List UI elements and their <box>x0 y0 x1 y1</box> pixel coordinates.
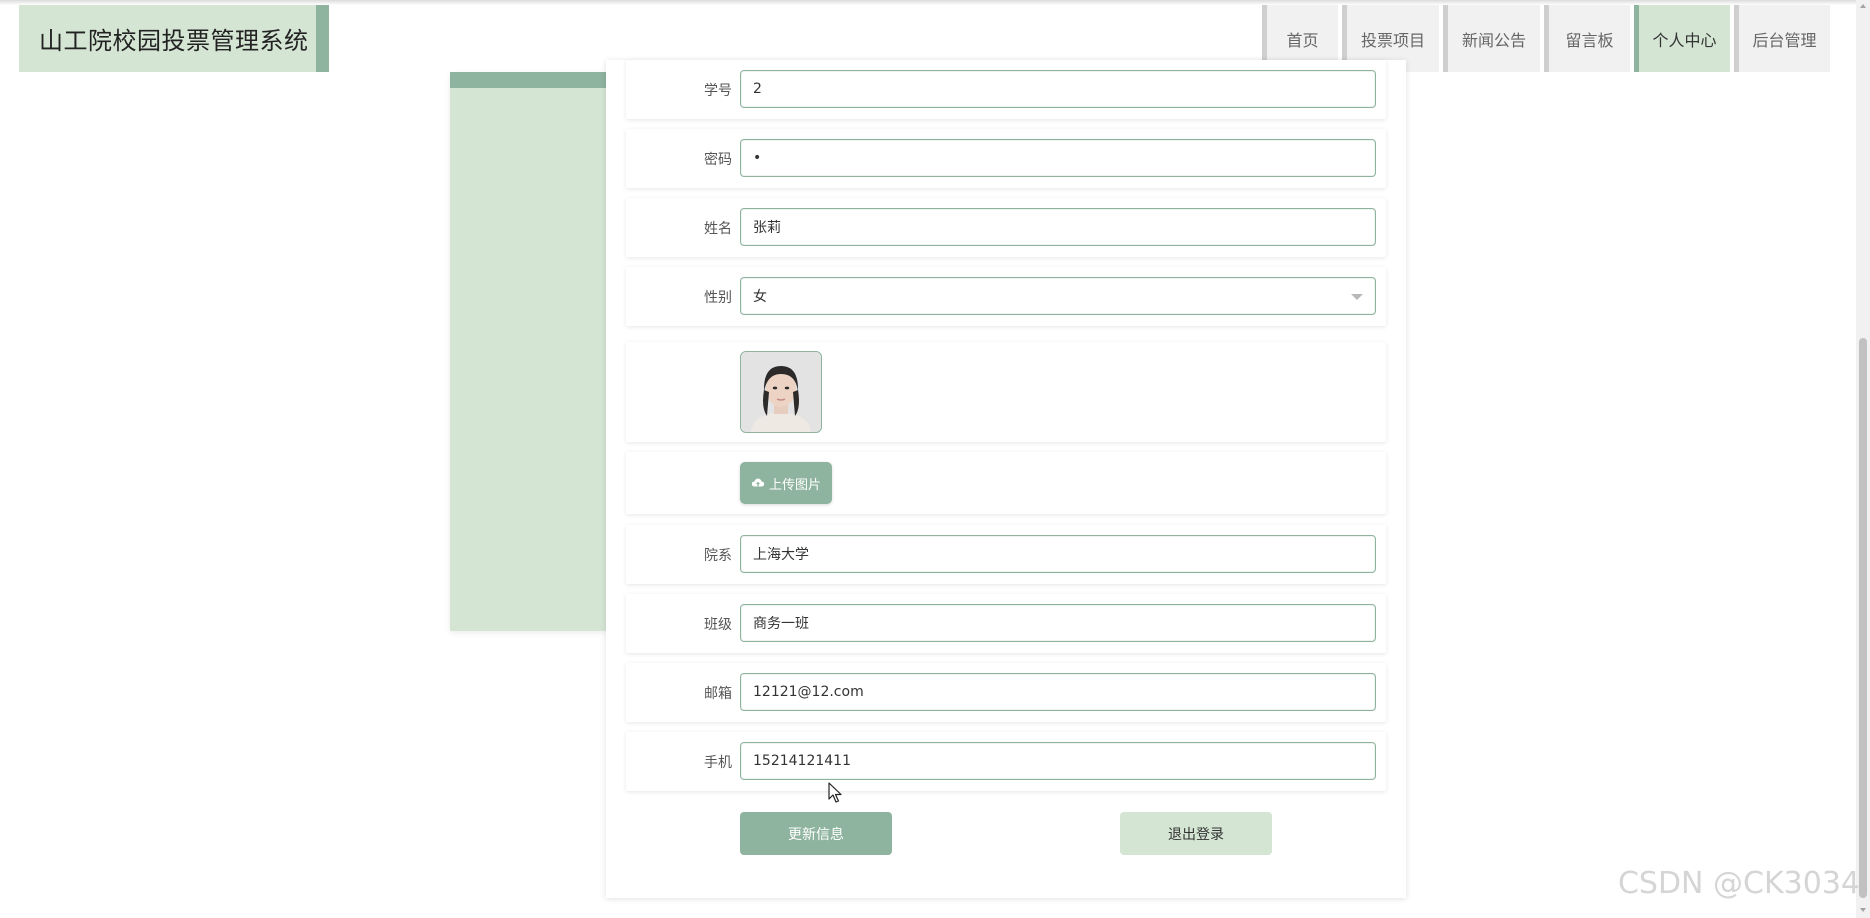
student-id-input[interactable]: 2 <box>740 70 1376 108</box>
upload-image-button[interactable]: 上传图片 <box>740 462 832 504</box>
nav-label: 首页 <box>1286 30 1319 50</box>
avatar-portrait-icon <box>741 352 821 432</box>
email-input[interactable]: 12121@12.com <box>740 673 1376 711</box>
site-title: 山工院校园投票管理系统 <box>39 27 309 55</box>
brand-block[interactable]: 山工院校园投票管理系统 <box>19 5 316 72</box>
scroll-up-icon[interactable] <box>1860 4 1866 8</box>
upload-label: 上传图片 <box>768 477 821 493</box>
watermark: CSDN @CK3034 <box>1617 866 1860 901</box>
form-row-department: 院系 上海大学 <box>626 525 1386 584</box>
mouse-cursor-icon <box>828 782 842 803</box>
gender-select[interactable]: 女 <box>740 277 1376 315</box>
student-id-value: 2 <box>753 81 762 97</box>
page: 山工院校园投票管理系统 首页 投票项目 新闻公告 留言板 个人中心 后台管理 学… <box>0 0 1870 918</box>
form-row-name: 姓名 张莉 <box>626 198 1386 257</box>
phone-input[interactable]: 15214121411 <box>740 742 1376 780</box>
nav-item-personal-center[interactable]: 个人中心 <box>1634 5 1730 72</box>
brand-accent-bar <box>316 5 329 72</box>
nav-label: 留言板 <box>1565 30 1614 50</box>
scroll-down-icon[interactable] <box>1860 908 1866 912</box>
password-input[interactable]: • <box>740 139 1376 177</box>
form-row-password: 密码 • <box>626 129 1386 188</box>
password-label: 密码 <box>704 151 732 168</box>
department-value: 上海大学 <box>753 547 809 563</box>
form-row-student-id: 学号 2 <box>626 60 1386 119</box>
chevron-down-icon <box>1351 294 1363 300</box>
name-value: 张莉 <box>753 220 781 236</box>
update-info-button[interactable]: 更新信息 <box>740 812 892 855</box>
form-row-gender: 性别 女 <box>626 267 1386 326</box>
cloud-upload-icon <box>751 478 765 487</box>
gender-value: 女 <box>753 289 767 305</box>
department-input[interactable]: 上海大学 <box>740 535 1376 573</box>
profile-form-card: 学号 2 密码 • 姓名 张莉 性别 女 上传图片 院系 上海大学 班级 商务一… <box>606 60 1406 898</box>
form-row-email: 邮箱 12121@12.com <box>626 663 1386 722</box>
name-label: 姓名 <box>704 220 732 237</box>
form-row-class: 班级 商务一班 <box>626 594 1386 653</box>
form-row-upload: 上传图片 <box>626 452 1386 514</box>
scroll-thumb[interactable] <box>1859 338 1867 898</box>
department-label: 院系 <box>704 547 732 564</box>
student-id-label: 学号 <box>704 82 732 99</box>
class-value: 商务一班 <box>753 616 809 632</box>
nav-item-news[interactable]: 新闻公告 <box>1443 5 1540 72</box>
phone-value: 15214121411 <box>753 753 851 769</box>
avatar <box>740 351 822 433</box>
phone-label: 手机 <box>704 754 732 771</box>
class-label: 班级 <box>704 616 732 633</box>
gender-label: 性别 <box>704 289 732 306</box>
logout-button[interactable]: 退出登录 <box>1120 812 1272 855</box>
password-value: • <box>753 150 762 166</box>
nav-label: 投票项目 <box>1360 30 1425 50</box>
sidebar-panel <box>450 72 606 631</box>
nav-label: 新闻公告 <box>1461 30 1526 50</box>
nav-item-admin[interactable]: 后台管理 <box>1734 5 1830 72</box>
nav-label: 个人中心 <box>1652 30 1717 50</box>
class-input[interactable]: 商务一班 <box>740 604 1376 642</box>
email-value: 12121@12.com <box>753 684 864 700</box>
nav-label: 后台管理 <box>1752 30 1817 50</box>
page-scrollbar[interactable] <box>1856 0 1870 918</box>
form-row-photo <box>626 342 1386 442</box>
sidebar-header <box>450 72 606 88</box>
nav-item-message-board[interactable]: 留言板 <box>1544 5 1630 72</box>
form-row-phone: 手机 15214121411 <box>626 732 1386 791</box>
name-input[interactable]: 张莉 <box>740 208 1376 246</box>
email-label: 邮箱 <box>704 685 732 702</box>
